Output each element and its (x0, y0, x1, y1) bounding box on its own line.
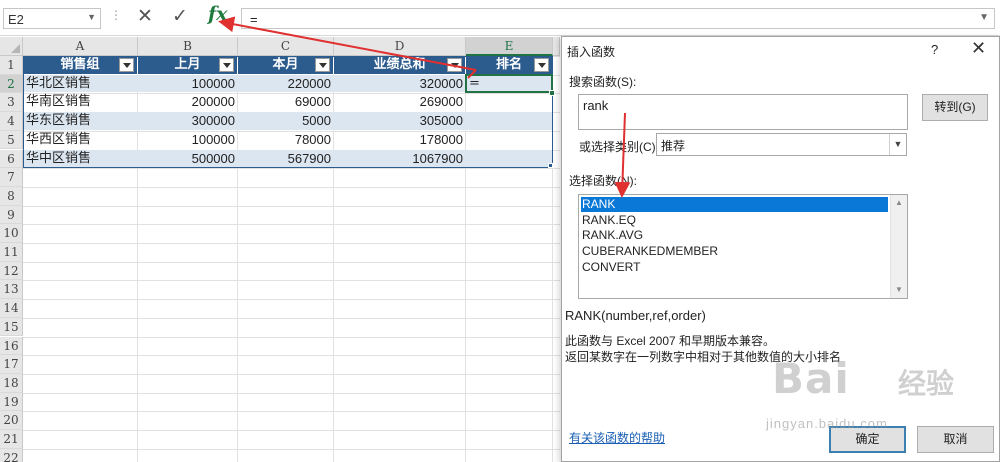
name-box[interactable]: E2 ▼ (3, 8, 101, 29)
function-list-label: 选择函数(N): (569, 174, 637, 188)
gridline-row (23, 261, 560, 263)
scroll-up-icon[interactable]: ▲ (891, 195, 907, 211)
selected-cell-outline (465, 73, 553, 94)
gridline-row (23, 186, 560, 188)
function-list-item[interactable]: RANK.EQ (581, 213, 888, 228)
formula-input[interactable]: = ▼ (241, 8, 995, 29)
category-value: 推荐 (661, 139, 686, 153)
gridline-row (23, 336, 560, 338)
column-header-c[interactable]: C (238, 37, 334, 56)
row-header-15[interactable]: 15 (0, 317, 23, 337)
ok-button[interactable]: 确定 (829, 426, 906, 453)
row-header-18[interactable]: 18 (0, 373, 23, 393)
column-header-b[interactable]: B (138, 37, 238, 56)
gridline-row (23, 373, 560, 375)
function-list-item[interactable]: CONVERT (581, 260, 888, 275)
column-header-d[interactable]: D (334, 37, 466, 56)
excel-window: E2 ▼ ⋮ ✕ ✓ fx = ▼ ABCDE 1 2 3 4 5 6 7 8 9 10 11 12 1… (0, 0, 1000, 462)
gridline-row (23, 280, 560, 282)
row-header-20[interactable]: 20 (0, 411, 23, 430)
spreadsheet-grid[interactable]: ABCDE 1 2 3 4 5 6 7 8 9 10 11 12 13 14 15 16 17 18 19 20 21 2… (0, 37, 560, 462)
row-header-2[interactable]: 2 (0, 74, 23, 94)
function-list-item[interactable]: RANK (581, 197, 888, 212)
gridline-row (23, 205, 560, 207)
help-icon[interactable]: ? (931, 42, 938, 57)
gridline-row (23, 299, 560, 301)
function-list[interactable]: CONVERT CUBERANKEDMEMBER RANK.AVG RANK.EQ RA… (578, 194, 908, 299)
gridline-row (23, 243, 560, 244)
chevron-down-icon[interactable]: ▼ (87, 12, 96, 22)
row-header-1[interactable]: 1 (0, 56, 23, 75)
row-header-9[interactable]: 9 (0, 205, 23, 225)
gridline-row (23, 224, 560, 226)
gridline-row (23, 317, 560, 319)
row-header-7[interactable]: 7 (0, 168, 23, 187)
row-header-16[interactable]: 16 (0, 336, 23, 356)
function-help-link[interactable]: 有关该函数的帮助 (569, 429, 665, 446)
enter-formula-icon[interactable]: ✓ (172, 5, 188, 28)
fill-handle[interactable] (549, 90, 555, 97)
row-header-12[interactable]: 12 (0, 261, 23, 281)
row-header-22[interactable]: 22 (0, 448, 23, 462)
column-header-a[interactable]: A (23, 37, 138, 56)
column-header-f[interactable] (553, 37, 560, 56)
select-all-corner[interactable] (0, 37, 23, 56)
select-all-icon (11, 44, 20, 53)
drag-handle-icon[interactable]: ⋮ (110, 8, 122, 22)
table-resize-handle[interactable] (548, 163, 553, 169)
search-label: 搜索函数(S): (569, 75, 637, 89)
row-header-3[interactable]: 3 (0, 93, 23, 113)
row-header-19[interactable]: 19 (0, 392, 23, 412)
row-header-11[interactable]: 11 (0, 243, 23, 262)
scroll-down-icon[interactable]: ▼ (891, 282, 907, 298)
insert-function-icon[interactable]: fx (208, 3, 228, 25)
gridline-row (23, 448, 560, 450)
row-header-4[interactable]: 4 (0, 112, 23, 131)
dialog-title: 插入函数 (567, 45, 616, 59)
cancel-formula-icon[interactable]: ✕ (137, 5, 153, 28)
go-button[interactable]: 转到(G) (922, 94, 988, 121)
row-header-14[interactable]: 14 (0, 299, 23, 318)
gridline-row (23, 430, 560, 431)
insert-function-dialog: 插入函数 ? ✕ 搜索函数(S): rank 转到(G) 或选择类别(C): 推… (561, 36, 1000, 462)
function-description: 返回某数字在一列数字中相对于其他数值的大小排名 (565, 350, 842, 364)
row-header-8[interactable]: 8 (0, 186, 23, 206)
row-header-13[interactable]: 13 (0, 280, 23, 300)
formula-bar: E2 ▼ ⋮ ✕ ✓ fx = ▼ (0, 0, 1000, 36)
function-list-item[interactable]: CUBERANKEDMEMBER (581, 244, 888, 259)
row-header-5[interactable]: 5 (0, 130, 23, 150)
function-list-item[interactable]: RANK.AVG (581, 228, 888, 243)
category-label: 或选择类别(C): (579, 140, 659, 154)
list-scrollbar[interactable]: ▲ ▼ (890, 195, 907, 298)
row-header-17[interactable]: 17 (0, 355, 23, 374)
gridline-row (23, 168, 560, 170)
expand-formula-icon[interactable]: ▼ (979, 12, 989, 23)
column-header-e[interactable]: E (466, 37, 553, 56)
row-header-6[interactable]: 6 (0, 149, 23, 169)
name-box-value: E2 (8, 12, 24, 27)
close-icon[interactable]: ✕ (971, 38, 986, 59)
formula-text: = (250, 12, 258, 27)
gridline-row (23, 392, 560, 394)
gridline-row (23, 411, 560, 413)
row-header-10[interactable]: 10 (0, 224, 23, 243)
chevron-down-icon[interactable]: ▼ (889, 134, 906, 155)
search-value: rank (583, 98, 609, 113)
category-select[interactable]: 推荐 ▼ (656, 133, 907, 156)
function-signature: RANK(number,ref,order) (565, 308, 706, 323)
function-search-input[interactable]: rank (578, 94, 908, 130)
cancel-button[interactable]: 取消 (917, 426, 994, 453)
row-header-21[interactable]: 21 (0, 430, 23, 449)
function-description-compat: 此函数与 Excel 2007 和早期版本兼容。 (565, 334, 776, 348)
gridline-row (23, 355, 560, 357)
